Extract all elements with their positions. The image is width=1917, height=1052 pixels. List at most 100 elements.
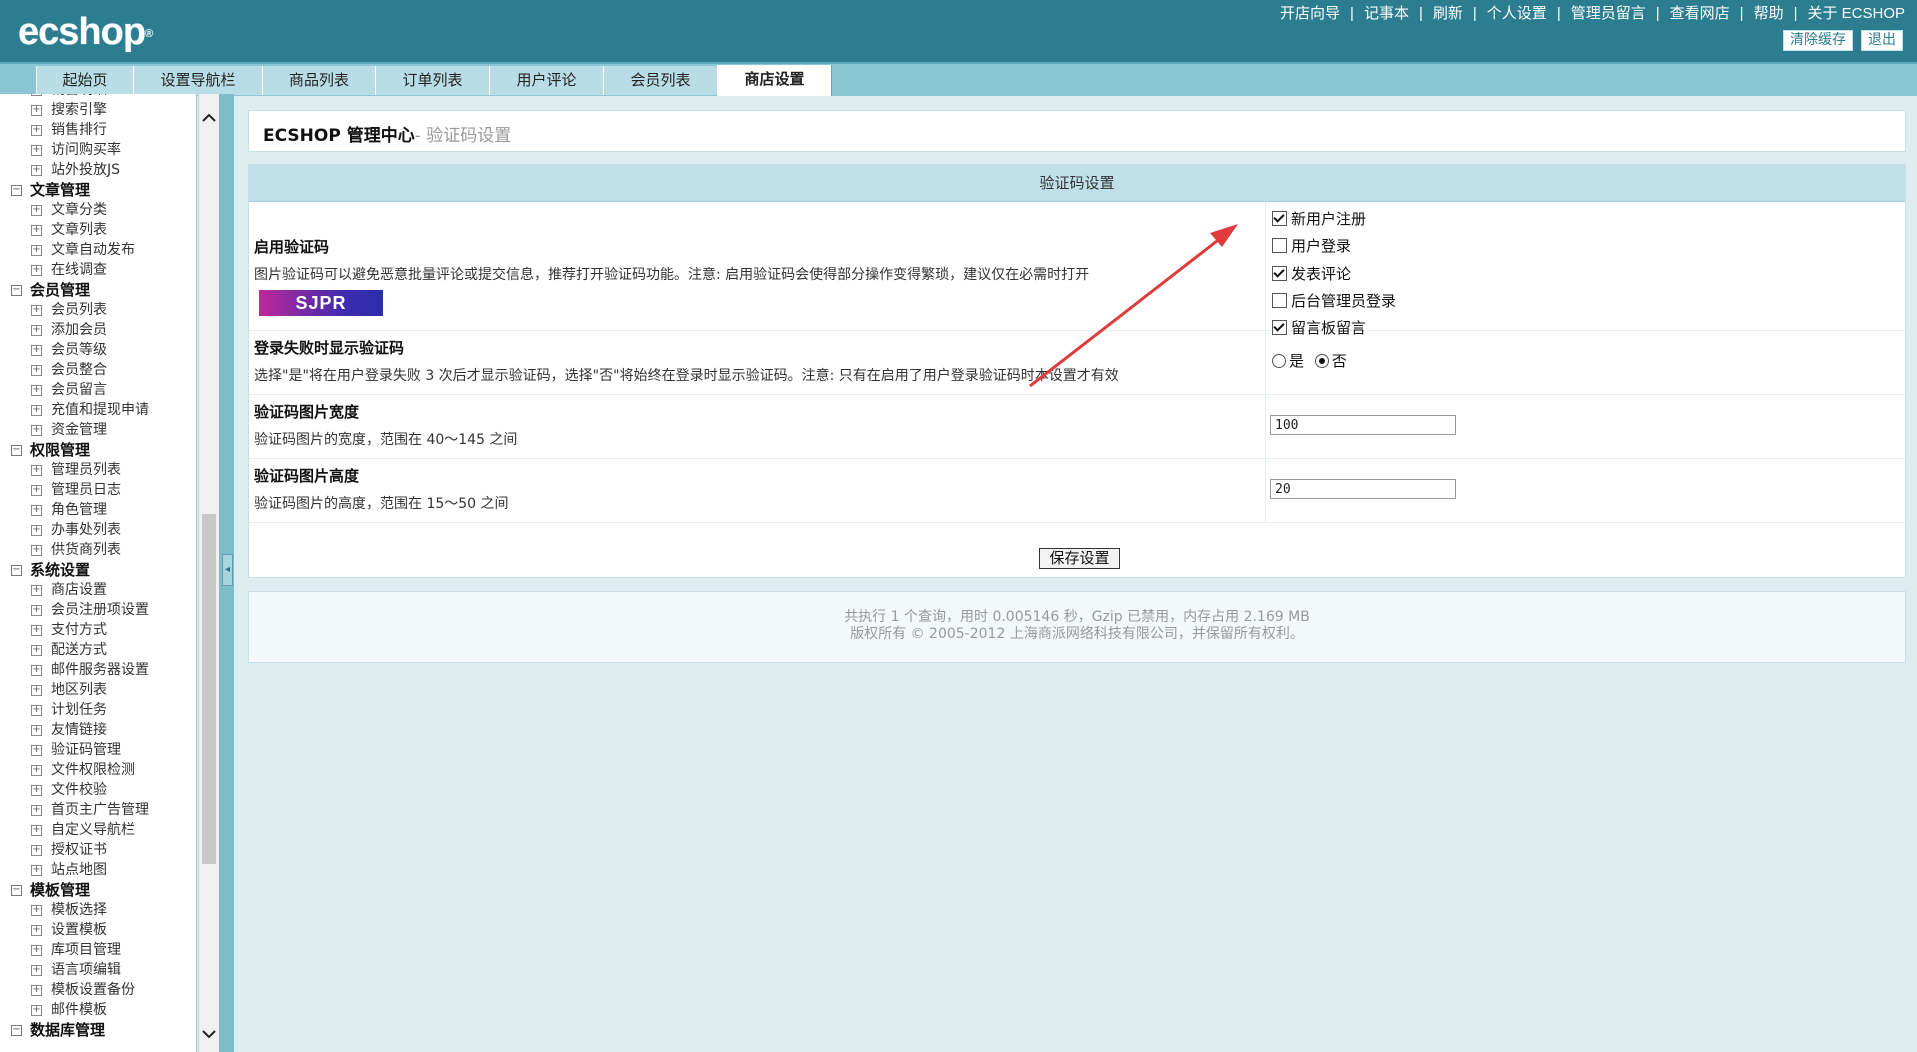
plus-box-icon[interactable]: + bbox=[31, 1005, 42, 1016]
sidebar-item[interactable]: + 文章列表 bbox=[0, 220, 192, 240]
top-link[interactable]: 关于 ECSHOP bbox=[1807, 5, 1905, 22]
sidebar-item[interactable]: + 地区列表 bbox=[0, 680, 192, 700]
plus-box-icon[interactable]: + bbox=[31, 945, 42, 956]
sidebar-item[interactable]: + 文章自动发布 bbox=[0, 240, 192, 260]
plus-box-icon[interactable]: + bbox=[31, 925, 42, 936]
sidebar-item[interactable]: + 供货商列表 bbox=[0, 540, 192, 560]
plus-box-icon[interactable]: + bbox=[31, 94, 42, 96]
plus-box-icon[interactable]: + bbox=[31, 965, 42, 976]
minus-box-icon[interactable]: − bbox=[11, 445, 22, 456]
sidebar-item[interactable]: + 会员注册项设置 bbox=[0, 600, 192, 620]
sidebar-item[interactable]: + 管理员列表 bbox=[0, 460, 192, 480]
sidebar-item[interactable]: + 搜索引擎 bbox=[0, 100, 192, 120]
plus-box-icon[interactable]: + bbox=[31, 765, 42, 776]
sidebar-item[interactable]: + 会员整合 bbox=[0, 360, 192, 380]
sidebar-item[interactable]: + 模板设置备份 bbox=[0, 980, 192, 1000]
chevron-left-icon[interactable]: ◂ bbox=[222, 554, 233, 586]
tab-user-comments[interactable]: 用户评论 bbox=[489, 66, 604, 95]
plus-box-icon[interactable]: + bbox=[31, 645, 42, 656]
save-settings-button[interactable]: 保存设置 bbox=[1039, 548, 1120, 569]
plus-box-icon[interactable]: + bbox=[31, 865, 42, 876]
sidebar-group[interactable]: − 数据库管理 bbox=[0, 1020, 192, 1040]
sidebar-item[interactable]: + 友情链接 bbox=[0, 720, 192, 740]
sidebar-item[interactable]: + 添加会员 bbox=[0, 320, 192, 340]
plus-box-icon[interactable]: + bbox=[31, 745, 42, 756]
sidebar-item[interactable]: + 邮件服务器设置 bbox=[0, 660, 192, 680]
sidebar-item[interactable]: + 站外投放JS bbox=[0, 160, 192, 180]
captcha-height-input[interactable]: 20 bbox=[1270, 479, 1456, 499]
sidebar-item[interactable]: + 在线调查 bbox=[0, 260, 192, 280]
sidebar-group[interactable]: − 权限管理 bbox=[0, 440, 192, 460]
plus-box-icon[interactable]: + bbox=[31, 905, 42, 916]
tab-goods-list[interactable]: 商品列表 bbox=[262, 66, 376, 95]
sidebar-item[interactable]: + 语言项编辑 bbox=[0, 960, 192, 980]
plus-box-icon[interactable]: + bbox=[31, 485, 42, 496]
sidebar-item[interactable]: + 邮件模板 bbox=[0, 1000, 192, 1020]
plus-box-icon[interactable]: + bbox=[31, 225, 42, 236]
plus-box-icon[interactable]: + bbox=[31, 585, 42, 596]
plus-box-icon[interactable]: + bbox=[31, 345, 42, 356]
option-new-user-register[interactable]: 新用户注册 bbox=[1272, 206, 1366, 232]
plus-box-icon[interactable]: + bbox=[31, 305, 42, 316]
sidebar-item[interactable]: + 商店设置 bbox=[0, 580, 192, 600]
sidebar-item[interactable]: + 角色管理 bbox=[0, 500, 192, 520]
sidebar-item[interactable]: + 配送方式 bbox=[0, 640, 192, 660]
sidebar-item[interactable]: + 访问购买率 bbox=[0, 140, 192, 160]
plus-box-icon[interactable]: + bbox=[31, 405, 42, 416]
tab-order-list[interactable]: 订单列表 bbox=[375, 66, 490, 95]
sidebar-item[interactable]: + 管理员日志 bbox=[0, 480, 192, 500]
plus-box-icon[interactable]: + bbox=[31, 145, 42, 156]
sidebar-item[interactable]: + 资金管理 bbox=[0, 420, 192, 440]
radio-yes[interactable] bbox=[1272, 354, 1286, 368]
sidebar-item[interactable]: + 文件校验 bbox=[0, 780, 192, 800]
plus-box-icon[interactable]: + bbox=[31, 625, 42, 636]
tab-start-page[interactable]: 起始页 bbox=[36, 66, 134, 95]
clear-cache-button[interactable]: 清除缓存 bbox=[1783, 30, 1853, 51]
option-post-comment[interactable]: 发表评论 bbox=[1272, 261, 1351, 287]
sidebar-item[interactable]: + 文章分类 bbox=[0, 200, 192, 220]
option-admin-login[interactable]: 后台管理员登录 bbox=[1272, 288, 1396, 314]
plus-box-icon[interactable]: + bbox=[31, 705, 42, 716]
sidebar-item[interactable]: + 库项目管理 bbox=[0, 940, 192, 960]
minus-box-icon[interactable]: − bbox=[11, 185, 22, 196]
sidebar-item[interactable]: + 会员列表 bbox=[0, 300, 192, 320]
plus-box-icon[interactable]: + bbox=[31, 325, 42, 336]
minus-box-icon[interactable]: − bbox=[11, 885, 22, 896]
plus-box-icon[interactable]: + bbox=[31, 425, 42, 436]
plus-box-icon[interactable]: + bbox=[31, 505, 42, 516]
plus-box-icon[interactable]: + bbox=[31, 685, 42, 696]
top-link[interactable]: 刷新 bbox=[1433, 5, 1463, 22]
sidebar-item[interactable]: + 模板选择 bbox=[0, 900, 192, 920]
sidebar-item[interactable]: + 验证码管理 bbox=[0, 740, 192, 760]
sidebar-item[interactable]: + 计划任务 bbox=[0, 700, 192, 720]
tab-nav-settings[interactable]: 设置导航栏 bbox=[133, 66, 263, 95]
plus-box-icon[interactable]: + bbox=[31, 265, 42, 276]
sidebar-item[interactable]: + 支付方式 bbox=[0, 620, 192, 640]
top-link[interactable]: 管理员留言 bbox=[1571, 5, 1646, 22]
chevron-up-icon[interactable] bbox=[199, 108, 219, 130]
sidebar-item[interactable]: + 自定义导航栏 bbox=[0, 820, 192, 840]
plus-box-icon[interactable]: + bbox=[31, 825, 42, 836]
scrollbar-thumb[interactable] bbox=[202, 514, 216, 864]
option-user-login[interactable]: 用户登录 bbox=[1272, 233, 1351, 259]
checkbox-admin-login[interactable] bbox=[1272, 293, 1287, 308]
plus-box-icon[interactable]: + bbox=[31, 245, 42, 256]
sidebar-group[interactable]: − 系统设置 bbox=[0, 560, 192, 580]
sidebar-item[interactable]: + 授权证书 bbox=[0, 840, 192, 860]
tab-member-list[interactable]: 会员列表 bbox=[603, 66, 718, 95]
plus-box-icon[interactable]: + bbox=[31, 365, 42, 376]
ecshop-logo[interactable]: ecshop® bbox=[18, 10, 153, 54]
minus-box-icon[interactable]: − bbox=[11, 1025, 22, 1036]
logout-button[interactable]: 退出 bbox=[1861, 30, 1903, 51]
checkbox-new-user-register[interactable] bbox=[1272, 211, 1287, 226]
minus-box-icon[interactable]: − bbox=[11, 285, 22, 296]
sidebar-item[interactable]: + 销售排行 bbox=[0, 120, 192, 140]
top-link[interactable]: 记事本 bbox=[1364, 5, 1409, 22]
plus-box-icon[interactable]: + bbox=[31, 665, 42, 676]
plus-box-icon[interactable]: + bbox=[31, 205, 42, 216]
sidebar-item[interactable]: + 会员留言 bbox=[0, 380, 192, 400]
plus-box-icon[interactable]: + bbox=[31, 805, 42, 816]
plus-box-icon[interactable]: + bbox=[31, 525, 42, 536]
sidebar-item[interactable]: + 文件权限检测 bbox=[0, 760, 192, 780]
sidebar-splitter[interactable]: ◂ bbox=[219, 94, 234, 1052]
